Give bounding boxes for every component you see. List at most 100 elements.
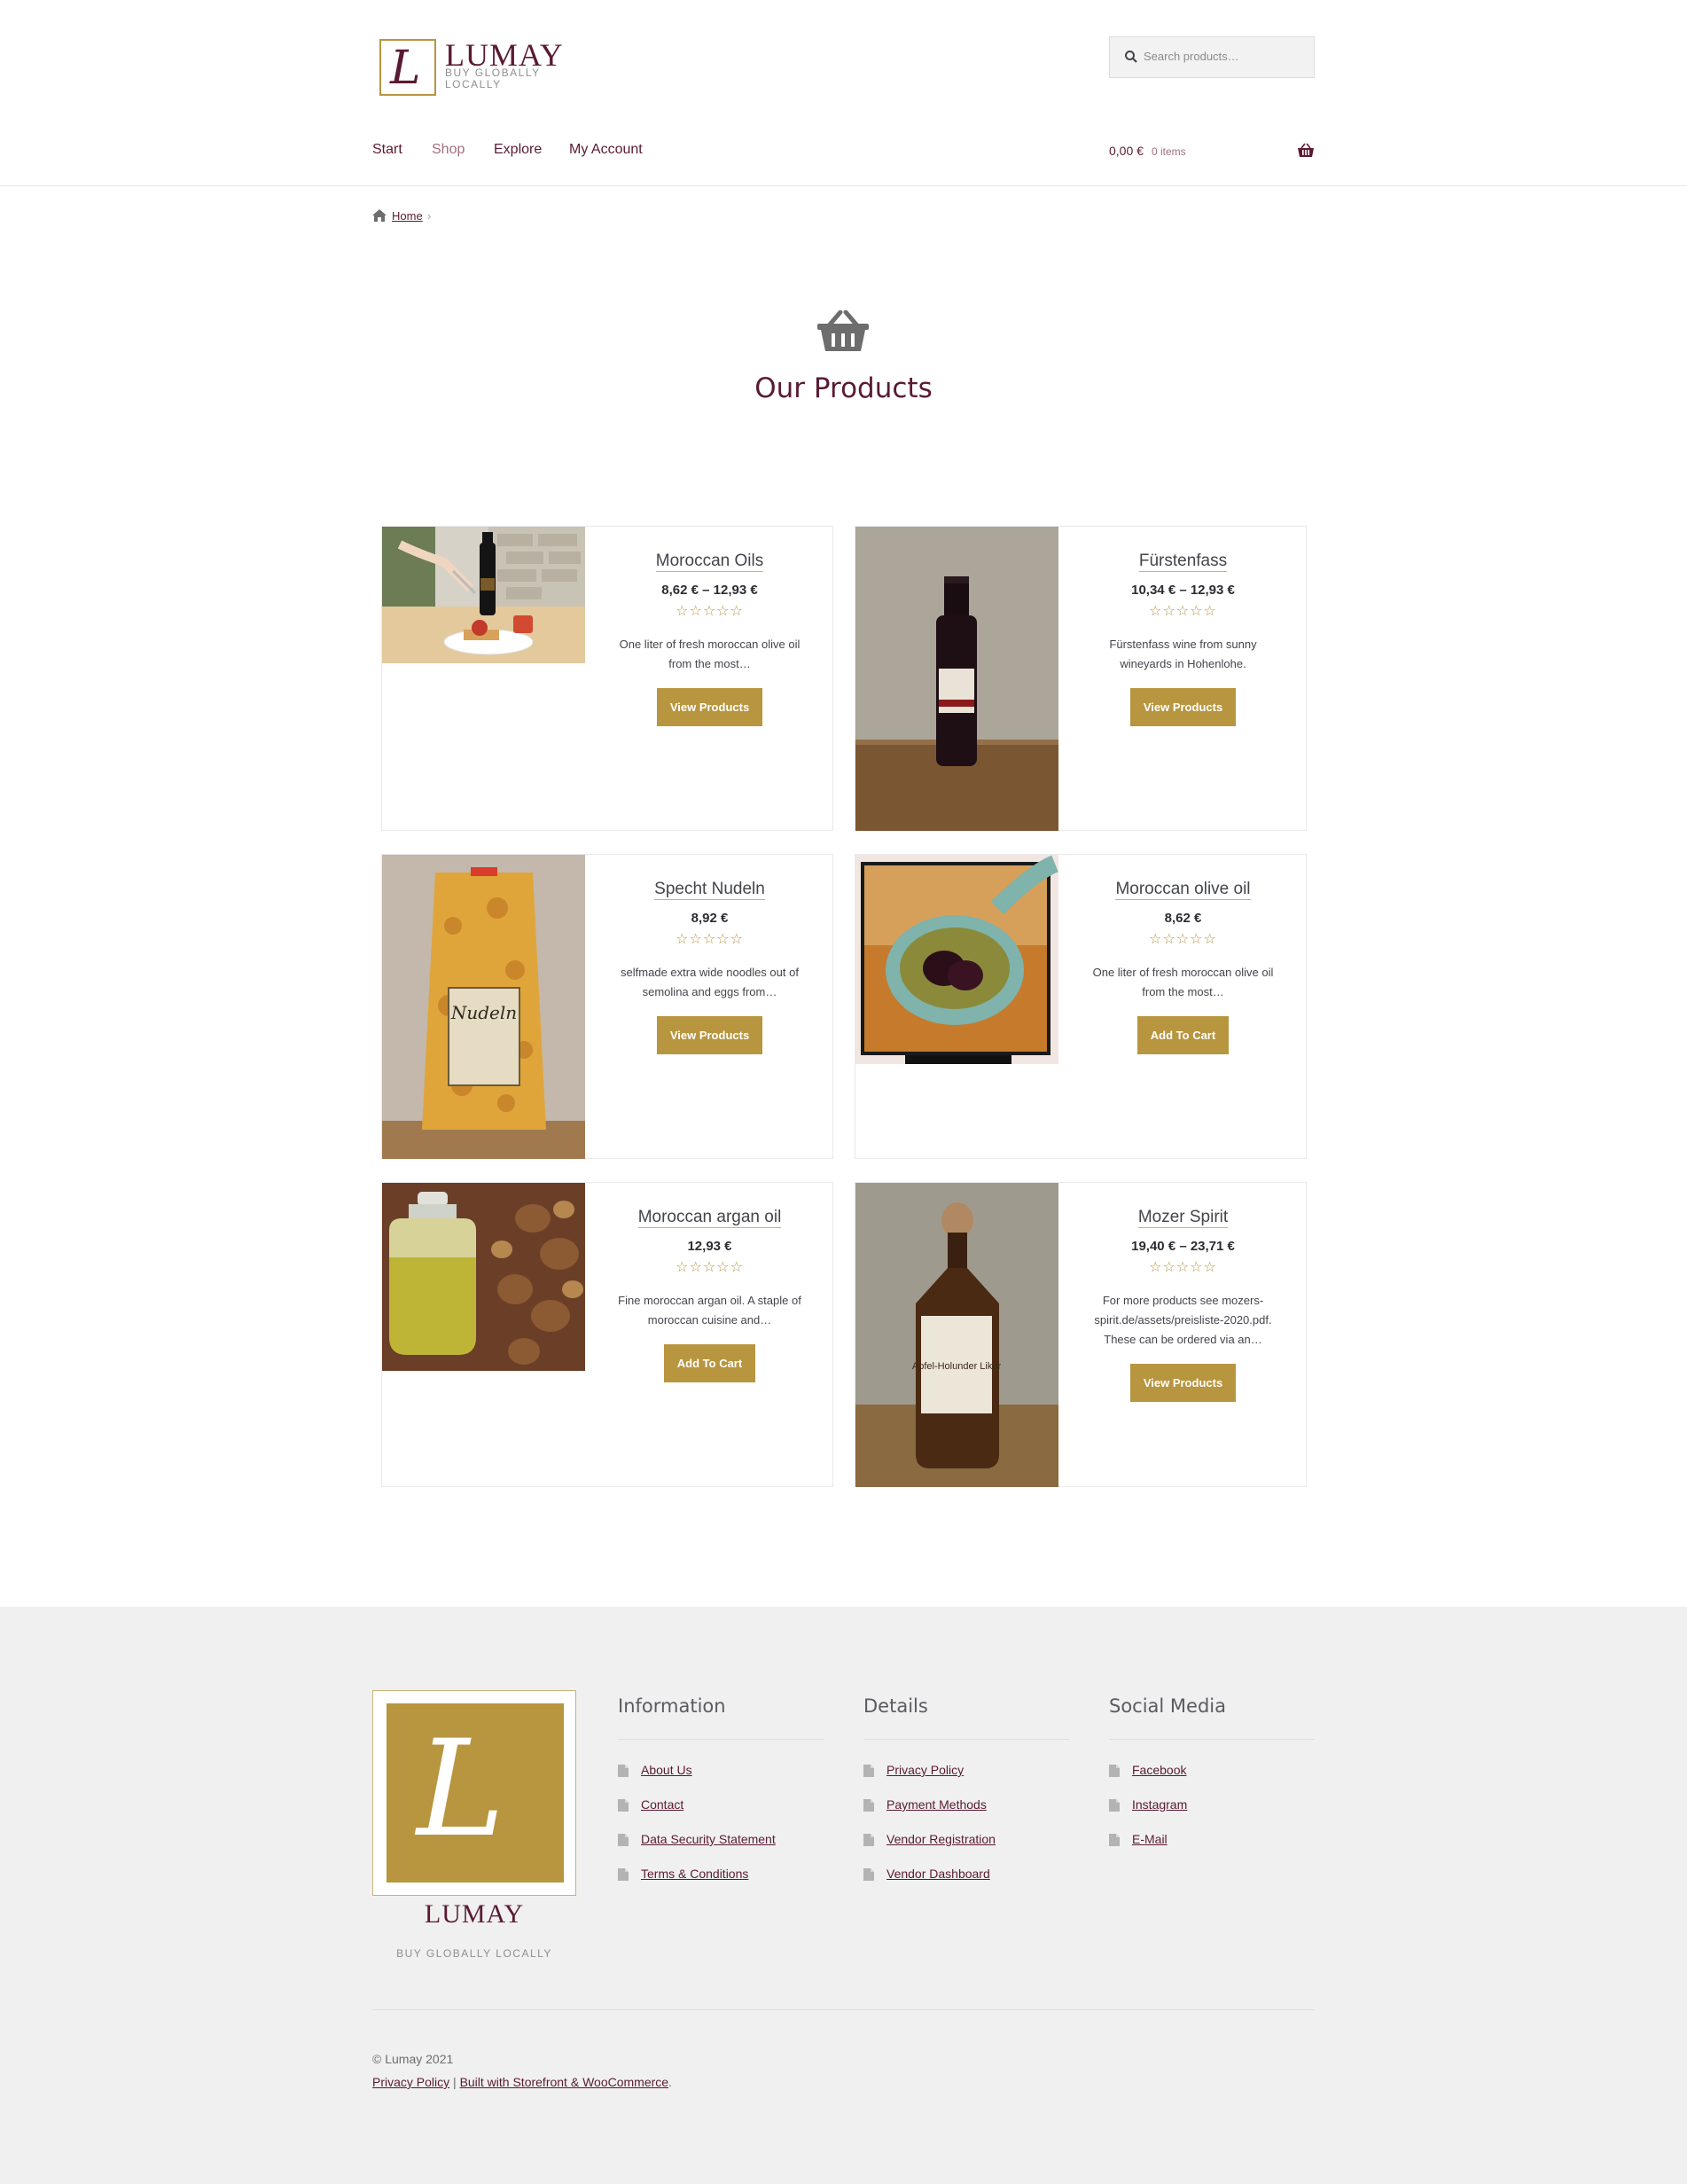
footer-column-information: Information About Us Contact Data Securi… — [618, 1695, 824, 1901]
product-title[interactable]: Mozer Spirit — [1137, 1208, 1229, 1228]
footer-link-item: Vendor Dashboard — [863, 1867, 1069, 1901]
footer-link-vendor-registration[interactable]: Vendor Registration — [886, 1832, 996, 1846]
bottle-label: Apfel-Holunder Likör — [912, 1361, 1002, 1372]
cart-amount: 0,00 € — [1109, 144, 1144, 158]
search-input[interactable]: Search products… — [1109, 36, 1315, 78]
product-title[interactable]: Moroccan olive oil — [1115, 880, 1251, 900]
rating-stars: ☆☆☆☆☆ — [1149, 1258, 1217, 1275]
product-card: Fürstenfass 10,34 € – 12,93 € ☆☆☆☆☆ Fürs… — [855, 526, 1307, 831]
site-logo[interactable]: L LUMAY BUY GLOBALLY LOCALLY — [379, 37, 574, 99]
product-info: Specht Nudeln 8,92 € ☆☆☆☆☆ selfmade extr… — [585, 855, 834, 1054]
rating-stars: ☆☆☆☆☆ — [676, 930, 744, 947]
product-description: selfmade extra wide noodles out of semol… — [621, 966, 799, 998]
document-icon — [1109, 1765, 1120, 1777]
nav-explore[interactable]: Explore — [494, 142, 542, 158]
header-cart[interactable]: 0,00 € 0 items — [1109, 142, 1315, 161]
product-image[interactable] — [382, 527, 585, 663]
logo-tagline: BUY GLOBALLY LOCALLY — [445, 67, 541, 90]
rating-stars: ☆☆☆☆☆ — [676, 602, 744, 619]
nav-my-account[interactable]: My Account — [569, 142, 643, 158]
nav-shop[interactable]: Shop — [432, 142, 465, 158]
document-icon — [618, 1799, 629, 1812]
rating-stars: ☆☆☆☆☆ — [1149, 930, 1217, 947]
product-price: 8,62 € — [1164, 911, 1202, 926]
basket-icon — [1298, 143, 1314, 157]
rating-stars: ☆☆☆☆☆ — [676, 1258, 744, 1275]
product-title[interactable]: Specht Nudeln — [654, 880, 765, 900]
footer-link-item: Data Security Statement — [618, 1832, 824, 1867]
product-title[interactable]: Fürstenfass — [1138, 552, 1228, 572]
footer-built-with-link[interactable]: Built with Storefront & WooCommerce — [460, 2075, 669, 2089]
product-description: For more products see mozers-spirit.de/a… — [1094, 1294, 1272, 1346]
rating-stars: ☆☆☆☆☆ — [1149, 602, 1217, 619]
footer-link-terms[interactable]: Terms & Conditions — [641, 1867, 748, 1881]
product-info: Moroccan Oils 8,62 € – 12,93 € ☆☆☆☆☆ One… — [585, 527, 834, 726]
footer-link-privacy-policy[interactable]: Privacy Policy — [886, 1763, 964, 1777]
footer-logo[interactable]: L — [372, 1690, 576, 1896]
site-footer: L LUMAY BUY GLOBALLY LOCALLY Information… — [0, 1607, 1687, 2184]
view-products-button[interactable]: View Products — [1129, 1364, 1237, 1402]
footer-link-instagram[interactable]: Instagram — [1132, 1797, 1187, 1812]
search-placeholder: Search products… — [1144, 50, 1239, 63]
document-icon — [618, 1834, 629, 1846]
product-description: Fine moroccan argan oil. A staple of mor… — [618, 1294, 801, 1327]
product-card: Apfel-Holunder Likör Mozer Spirit 19,40 … — [855, 1182, 1307, 1487]
footer-column-details: Details Privacy Policy Payment Methods V… — [863, 1695, 1069, 1901]
product-image[interactable]: Nudeln — [382, 855, 585, 1159]
product-info: Fürstenfass 10,34 € – 12,93 € ☆☆☆☆☆ Fürs… — [1058, 527, 1308, 726]
footer-link-payment-methods[interactable]: Payment Methods — [886, 1797, 987, 1812]
document-icon — [863, 1799, 874, 1812]
document-icon — [1109, 1834, 1120, 1846]
svg-text:Nudeln: Nudeln — [450, 1002, 517, 1023]
product-image[interactable]: Apfel-Holunder Likör — [855, 1183, 1058, 1487]
cart-count: 0 items — [1152, 145, 1186, 158]
footer-link-vendor-dashboard[interactable]: Vendor Dashboard — [886, 1867, 990, 1881]
document-icon — [618, 1765, 629, 1777]
site-header: L LUMAY BUY GLOBALLY LOCALLY Search prod… — [0, 0, 1687, 186]
footer-link-data-security[interactable]: Data Security Statement — [641, 1832, 776, 1846]
product-price: 19,40 € – 23,71 € — [1131, 1239, 1235, 1254]
add-to-cart-button[interactable]: Add To Cart — [663, 1344, 756, 1382]
footer-link-facebook[interactable]: Facebook — [1132, 1763, 1186, 1777]
breadcrumb-separator: › — [427, 209, 432, 223]
footer-link-email[interactable]: E-Mail — [1132, 1832, 1168, 1846]
footer-link-about-us[interactable]: About Us — [641, 1763, 692, 1777]
footer-link-item: Payment Methods — [863, 1797, 1069, 1832]
view-products-button[interactable]: View Products — [1129, 688, 1237, 726]
footer-column-title: Details — [863, 1695, 1069, 1740]
logo-mark: L — [379, 39, 436, 96]
copyright: © Lumay 2021 — [372, 2052, 454, 2066]
footer-privacy-policy-link[interactable]: Privacy Policy — [372, 2075, 449, 2089]
footer-link-contact[interactable]: Contact — [641, 1797, 683, 1812]
nav-start[interactable]: Start — [372, 142, 402, 158]
footer-link-item: Facebook — [1109, 1763, 1315, 1797]
add-to-cart-button[interactable]: Add To Cart — [1136, 1016, 1230, 1054]
footer-logo-mark: L — [387, 1703, 564, 1883]
document-icon — [863, 1868, 874, 1881]
footer-divider — [372, 2009, 1315, 2010]
footer-link-item: Terms & Conditions — [618, 1867, 824, 1901]
product-image[interactable] — [855, 527, 1058, 831]
product-info: Moroccan olive oil 8,62 € ☆☆☆☆☆ One lite… — [1058, 855, 1308, 1054]
product-card: Moroccan olive oil 8,62 € ☆☆☆☆☆ One lite… — [855, 854, 1307, 1159]
footer-bottom-links: Privacy Policy | Built with Storefront &… — [372, 2075, 672, 2089]
product-image[interactable] — [855, 855, 1058, 1064]
home-icon — [372, 209, 387, 222]
product-card: Nudeln Specht Nudeln 8,92 € ☆☆☆☆☆ selfma… — [381, 854, 833, 1159]
footer-link-item: E-Mail — [1109, 1832, 1315, 1867]
footer-column-title: Information — [618, 1695, 824, 1740]
product-title[interactable]: Moroccan argan oil — [637, 1208, 782, 1228]
view-products-button[interactable]: View Products — [656, 688, 763, 726]
product-image[interactable] — [382, 1183, 585, 1371]
breadcrumb-home[interactable]: Home — [392, 209, 423, 223]
document-icon — [863, 1834, 874, 1846]
view-products-button[interactable]: View Products — [656, 1016, 763, 1054]
product-price: 8,62 € – 12,93 € — [661, 583, 758, 598]
product-description: One liter of fresh moroccan olive oil fr… — [1092, 966, 1274, 998]
footer-link-item: Contact — [618, 1797, 824, 1832]
footer-link-item: Instagram — [1109, 1797, 1315, 1832]
product-title[interactable]: Moroccan Oils — [655, 552, 764, 572]
product-price: 8,92 € — [691, 911, 729, 926]
document-icon — [1109, 1799, 1120, 1812]
search-icon — [1125, 51, 1137, 63]
